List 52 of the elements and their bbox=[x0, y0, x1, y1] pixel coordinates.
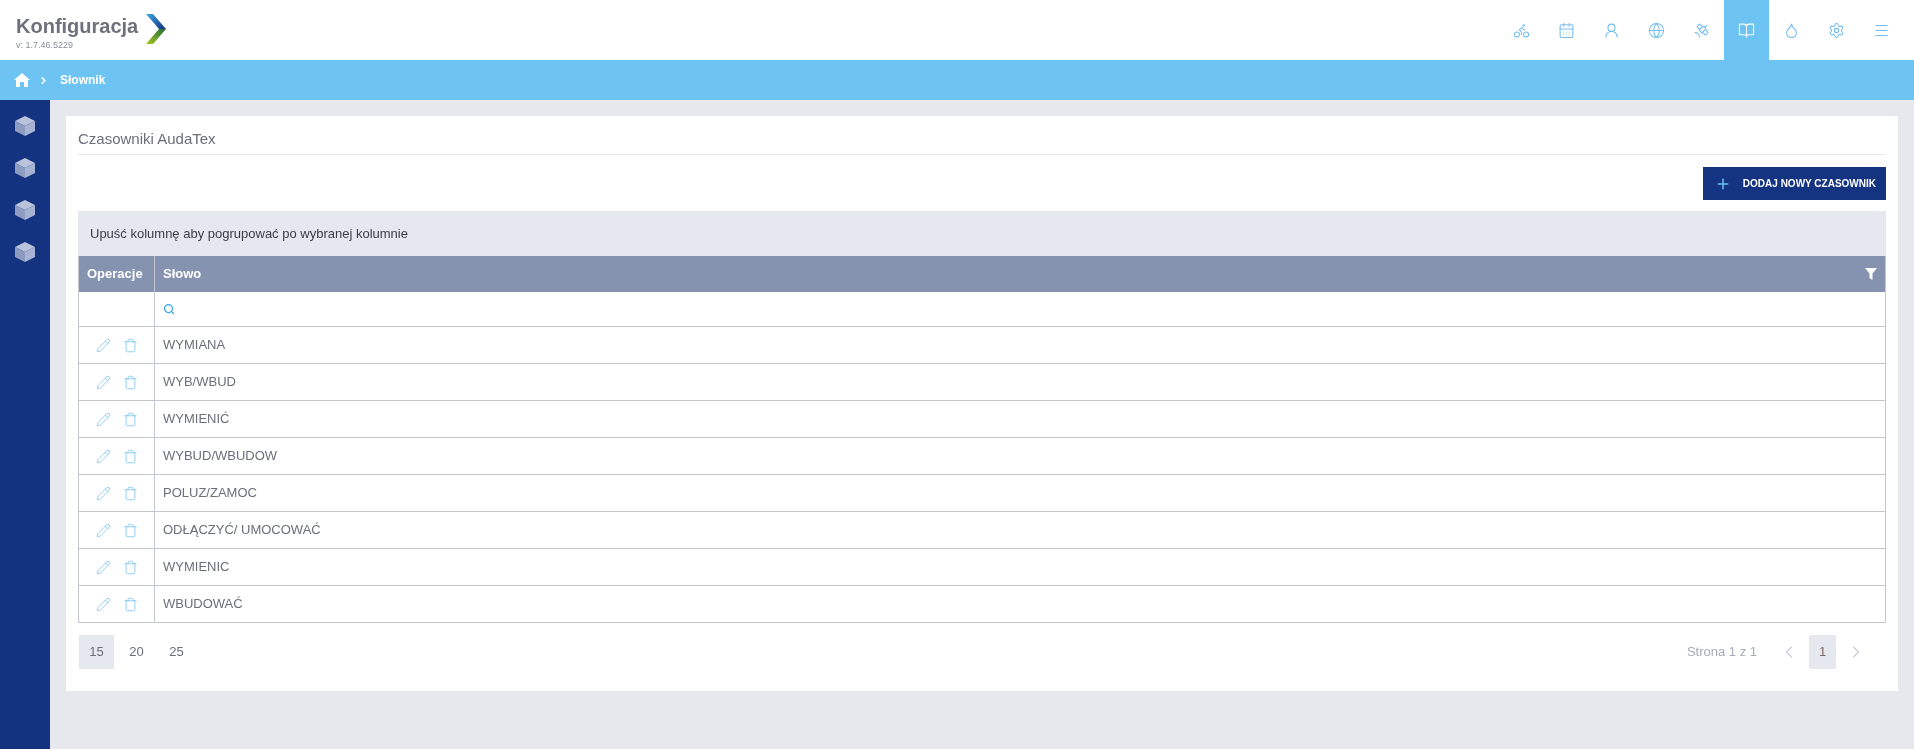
nav-button[interactable] bbox=[1724, 0, 1769, 60]
person-icon bbox=[1603, 21, 1620, 39]
table-cell-text: ODŁĄCZYĆ/ UMOCOWAĆ bbox=[163, 521, 321, 540]
page-info: Strona 1 z 1 bbox=[1686, 643, 1757, 662]
pencil-icon[interactable] bbox=[95, 596, 111, 612]
table-cell-text: WYMIANA bbox=[163, 336, 226, 355]
pencil-icon[interactable] bbox=[95, 448, 111, 464]
cube-icon[interactable] bbox=[14, 241, 36, 263]
search-icon bbox=[163, 303, 175, 315]
trash-icon[interactable] bbox=[122, 448, 138, 464]
page-title: Czasowniki AudaTex bbox=[78, 128, 216, 149]
cube-icon[interactable] bbox=[14, 115, 36, 137]
pencil-icon[interactable] bbox=[95, 522, 111, 538]
calendar-icon bbox=[1558, 21, 1575, 39]
trash-icon[interactable] bbox=[122, 559, 138, 575]
settings-icon bbox=[1828, 21, 1845, 39]
cube-icon[interactable] bbox=[14, 199, 36, 221]
book-icon bbox=[1738, 21, 1755, 39]
pencil-icon[interactable] bbox=[95, 559, 111, 575]
home-icon[interactable] bbox=[14, 73, 30, 87]
pencil-icon[interactable] bbox=[95, 337, 111, 353]
pencil-icon[interactable] bbox=[95, 411, 111, 427]
pencil-icon[interactable] bbox=[95, 374, 111, 390]
add-button[interactable]: DODAJ NOWY CZASOWNIK bbox=[1702, 167, 1886, 200]
column-header[interactable]: Słowo bbox=[155, 256, 1885, 292]
table-cell-text: WYB/WBUD bbox=[163, 373, 236, 392]
bicycle-icon bbox=[1513, 21, 1530, 39]
trash-icon[interactable] bbox=[122, 485, 138, 501]
filter-icon[interactable] bbox=[1865, 268, 1877, 280]
table-cell-text: WYBUD/WBUDOW bbox=[163, 447, 278, 466]
trash-icon[interactable] bbox=[122, 596, 138, 612]
table-cell-text: WYMIENIC bbox=[163, 558, 230, 577]
table-cell-text: WBUDOWAĆ bbox=[163, 595, 243, 614]
page-button[interactable]: 1 bbox=[1809, 635, 1836, 669]
pencil-icon[interactable] bbox=[95, 485, 111, 501]
page-size-button[interactable]: 15 bbox=[79, 635, 114, 669]
satellite-icon bbox=[1693, 21, 1710, 39]
chevron-logo-icon bbox=[146, 14, 167, 44]
globe-icon bbox=[1648, 21, 1665, 39]
cube-icon[interactable] bbox=[14, 157, 36, 179]
table-cell-text: WYMIENIĆ bbox=[163, 410, 230, 429]
group-hint: Upuść kolumnę aby pogrupować po wybranej kolumnie bbox=[90, 224, 408, 243]
drop-icon bbox=[1783, 21, 1800, 39]
table-cell-text: POLUZ/ZAMOC bbox=[163, 484, 257, 503]
trash-icon[interactable] bbox=[122, 522, 138, 538]
trash-icon[interactable] bbox=[122, 374, 138, 390]
column-header[interactable]: Operacje bbox=[79, 256, 155, 292]
app-title: Konfiguracja bbox=[16, 14, 139, 38]
version-label: v: 1.7.46.5229 bbox=[16, 39, 75, 51]
trash-icon[interactable] bbox=[122, 411, 138, 427]
chevron-right-icon bbox=[38, 74, 49, 86]
trash-icon[interactable] bbox=[122, 337, 138, 353]
